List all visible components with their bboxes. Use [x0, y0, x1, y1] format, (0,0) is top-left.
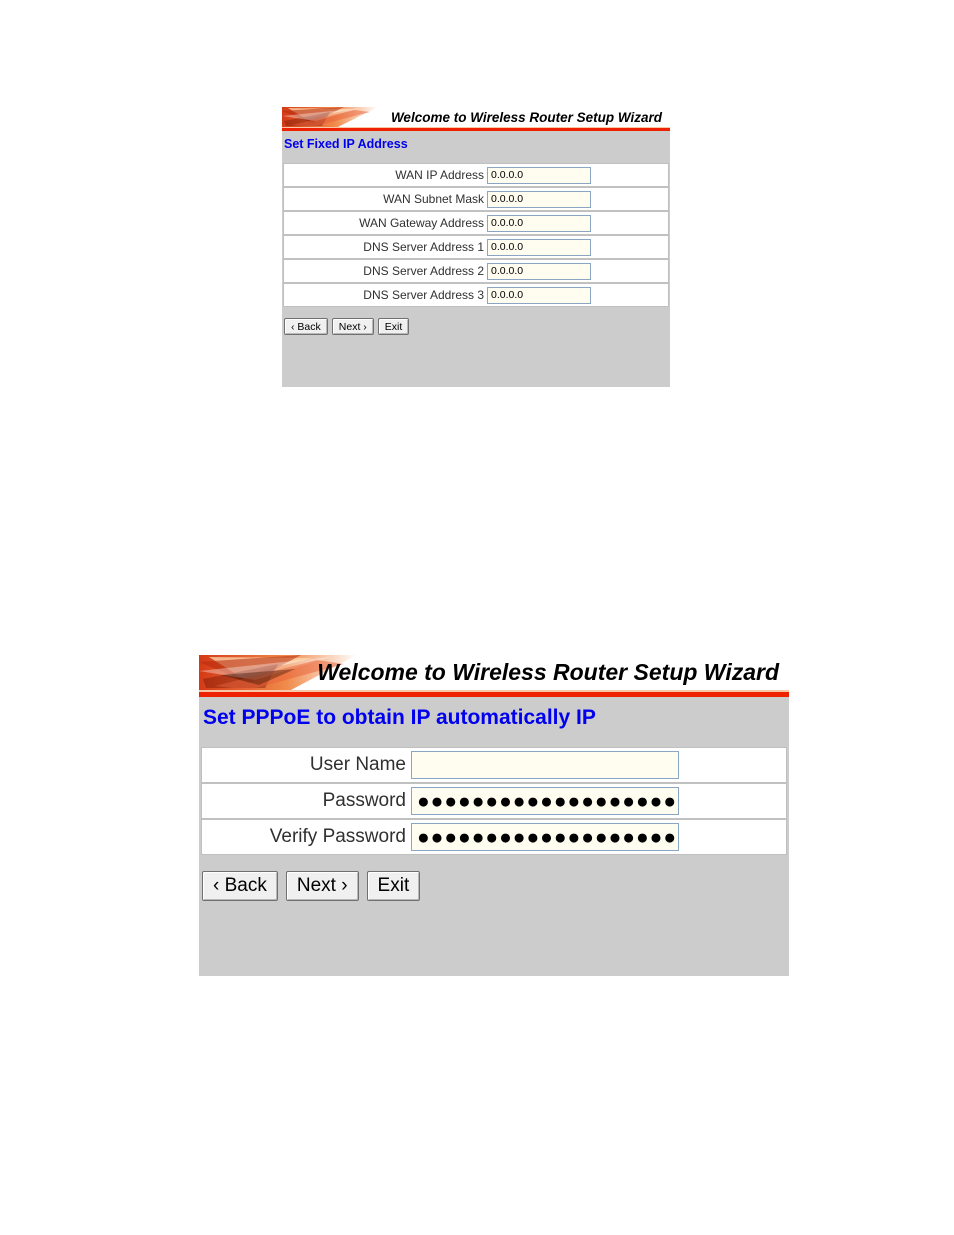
wizard-panel-fixed-ip: Welcome to Wireless Router Setup Wizard …	[282, 107, 670, 387]
password-input[interactable]: ●●●●●●●●●●●●●●●●●●●●●●●●	[411, 787, 679, 815]
exit-button[interactable]: Exit	[377, 318, 410, 335]
table-row: User Name	[201, 747, 787, 783]
dns-server-address-1-input[interactable]: 0.0.0.0	[487, 238, 591, 256]
table-row: Password ●●●●●●●●●●●●●●●●●●●●●●●●	[201, 783, 787, 819]
dns-server-address-3-input[interactable]: 0.0.0.0	[487, 286, 591, 304]
wan-subnet-mask-input[interactable]: 0.0.0.0	[487, 190, 591, 208]
table-row: DNS Server Address 2 0.0.0.0	[283, 259, 669, 283]
table-row: WAN IP Address 0.0.0.0	[283, 163, 669, 187]
wizard-banner: Welcome to Wireless Router Setup Wizard	[282, 107, 670, 127]
page-title: Set Fixed IP Address	[284, 137, 408, 151]
wan-ip-address-input[interactable]: 0.0.0.0	[487, 166, 591, 184]
user-name-input[interactable]	[411, 751, 679, 779]
back-button[interactable]: ‹ Back	[284, 318, 328, 335]
settings-table: User Name Password ●●●●●●●●●●●●●●●●●●●●●…	[199, 747, 789, 855]
row-label: Password	[322, 790, 406, 811]
next-button[interactable]: Next ›	[331, 318, 374, 335]
verify-password-input[interactable]: ●●●●●●●●●●●●●●●●●●●●●●●●	[411, 823, 679, 851]
row-label: WAN Subnet Mask	[383, 192, 484, 206]
red-starburst-banner-graphic	[282, 107, 402, 127]
row-label: DNS Server Address 2	[363, 264, 484, 278]
wizard-banner-title: Welcome to Wireless Router Setup Wizard	[390, 109, 662, 125]
back-button[interactable]: ‹ Back	[202, 871, 278, 901]
row-label: WAN IP Address	[395, 168, 484, 182]
table-row: WAN Subnet Mask 0.0.0.0	[283, 187, 669, 211]
row-label: User Name	[309, 754, 406, 775]
wan-gateway-address-input[interactable]: 0.0.0.0	[487, 214, 591, 232]
table-row: DNS Server Address 1 0.0.0.0	[283, 235, 669, 259]
row-label: DNS Server Address 3	[363, 288, 484, 302]
row-label: WAN Gateway Address	[359, 216, 484, 230]
table-row: WAN Gateway Address 0.0.0.0	[283, 211, 669, 235]
row-label: DNS Server Address 1	[363, 240, 484, 254]
settings-table: WAN IP Address 0.0.0.0 WAN Subnet Mask 0…	[282, 163, 670, 307]
table-row: DNS Server Address 3 0.0.0.0	[283, 283, 669, 307]
verify-password-masked-value: ●●●●●●●●●●●●●●●●●●●●●●●●	[417, 826, 678, 848]
exit-button[interactable]: Exit	[366, 871, 421, 901]
dns-server-address-2-input[interactable]: 0.0.0.0	[487, 262, 591, 280]
page-title: Set PPPoE to obtain IP automatically IP	[203, 706, 596, 729]
wizard-button-row: ‹ Back Next › Exit	[199, 855, 789, 901]
password-masked-value: ●●●●●●●●●●●●●●●●●●●●●●●●	[417, 790, 678, 812]
wizard-button-row: ‹ Back Next › Exit	[282, 307, 670, 335]
wizard-banner-title: Welcome to Wireless Router Setup Wizard	[317, 659, 779, 685]
next-button[interactable]: Next ›	[285, 871, 359, 901]
row-label: Verify Password	[269, 826, 406, 847]
wizard-banner: Welcome to Wireless Router Setup Wizard	[199, 655, 789, 690]
wizard-panel-pppoe: Welcome to Wireless Router Setup Wizard …	[199, 655, 789, 976]
table-row: Verify Password ●●●●●●●●●●●●●●●●●●●●●●●●	[201, 819, 787, 855]
